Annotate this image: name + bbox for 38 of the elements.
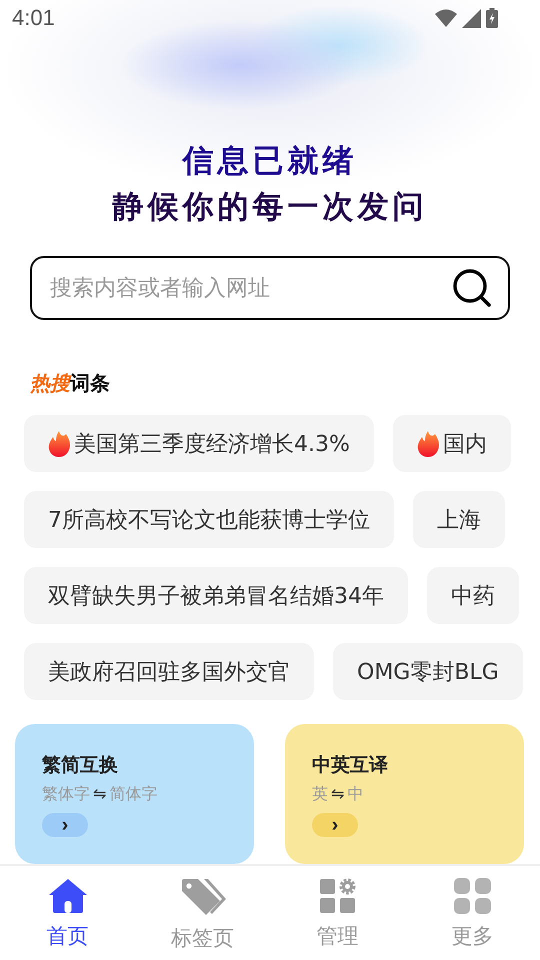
open-button[interactable]: ›	[312, 813, 358, 837]
tool-title: 中英互译	[312, 753, 389, 778]
tool-card[interactable]: 中英互译 英 ⇋ 中 ›	[285, 724, 524, 864]
status-time: 4:01	[12, 5, 55, 31]
tool-card[interactable]: 繁简互换 繁体字 ⇋ 简体字 ›	[15, 724, 254, 864]
search-box[interactable]: 搜索内容或者输入网址	[30, 256, 510, 320]
search-icon[interactable]	[452, 268, 492, 308]
headline-text: 信息已就绪	[182, 142, 358, 181]
signal-icon	[462, 8, 481, 28]
search-term-chip[interactable]: 上海	[413, 491, 505, 548]
tool-source: 英	[312, 784, 328, 805]
open-button[interactable]: ›	[42, 813, 88, 837]
wifi-icon	[435, 9, 457, 27]
headline-text: 静候你的每一次发问	[112, 188, 428, 227]
battery-icon	[486, 8, 498, 28]
nav-tab[interactable]: 首页	[0, 866, 135, 960]
house-icon	[48, 878, 88, 914]
search-term-chip[interactable]: 美政府召回驻多国外交官	[24, 643, 314, 700]
grid-gear-icon	[320, 878, 356, 914]
search-term-chip[interactable]: 7所高校不写论文也能获博士学位	[24, 491, 394, 548]
search-term-chip[interactable]: 双臂缺失男子被弟弟冒名结婚34年	[24, 567, 408, 624]
search-term-chip[interactable]: 中药	[427, 567, 519, 624]
flame-icon	[48, 430, 70, 456]
tool-source: 繁体字	[42, 784, 90, 805]
flame-icon	[416, 430, 439, 456]
tag-icon	[180, 878, 226, 916]
search-field[interactable]: 搜索内容或者输入网址	[48, 274, 452, 302]
swap-arrow: ⇋	[331, 784, 344, 805]
search-term-chip[interactable]: 美国第三季度经济增长4.3%	[24, 415, 374, 472]
tool-target: 中	[347, 784, 364, 805]
search-term-chip[interactable]: OMG零封BLG	[333, 643, 523, 700]
grid-icon	[454, 878, 492, 914]
section-title: 词条	[70, 370, 110, 397]
swap-arrow: ⇋	[93, 784, 106, 805]
search-term-chip[interactable]: 国内	[392, 415, 511, 472]
tool-title: 繁简互换	[42, 753, 119, 778]
hot-label: 热搜	[30, 370, 70, 397]
tool-target: 简体字	[109, 784, 158, 805]
